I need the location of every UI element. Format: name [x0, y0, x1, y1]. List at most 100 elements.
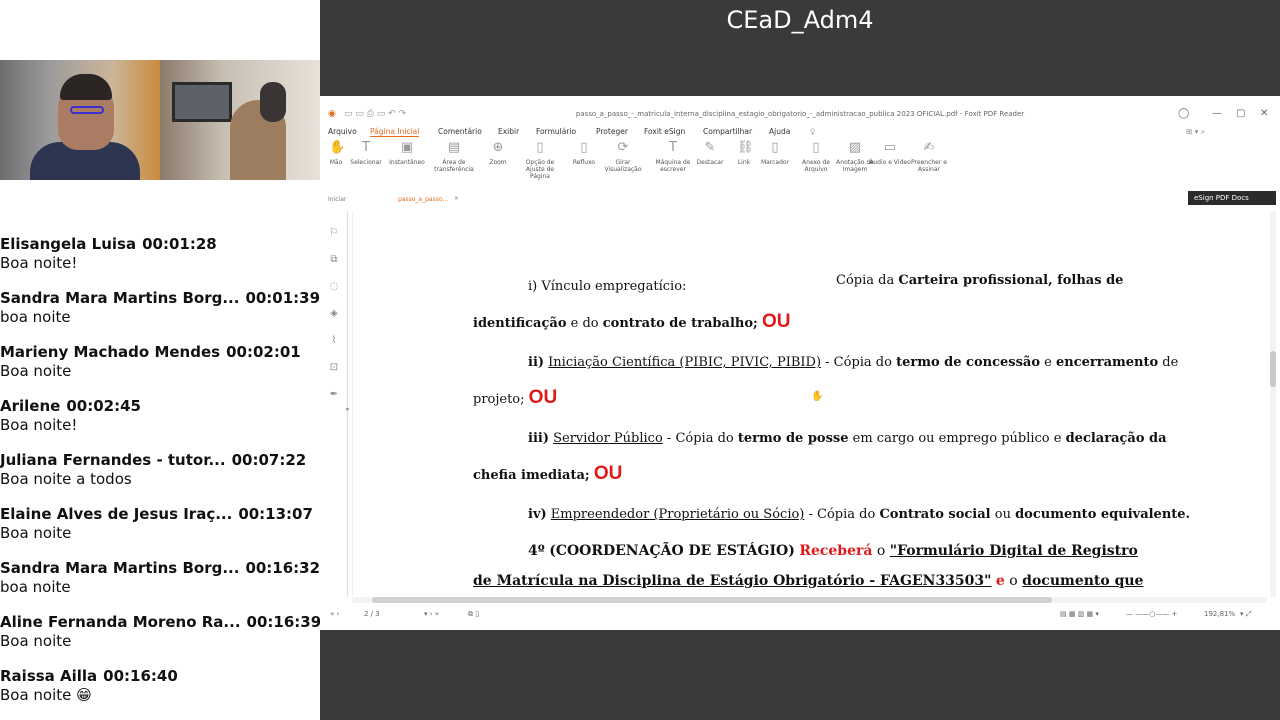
view-mode-icons[interactable]: ▤ ▦ ▥ ▦ ▾ [1060, 610, 1099, 618]
menu-pagina-inicial[interactable]: Página Inicial [370, 127, 420, 137]
doc-line-6: chefia imediata; OU [473, 463, 623, 484]
pages-panel-icon[interactable]: ⧉ [328, 254, 340, 266]
ou-marker-3: OU [593, 463, 623, 484]
reader-menubar: Arquivo Página Inicial Comentário Exibir… [320, 123, 1280, 137]
tool-clipboard[interactable]: ▤ Área de transferência [430, 139, 478, 174]
pdf-page[interactable]: i) Vínculo empregatício: Cópia da Cartei… [352, 211, 1267, 597]
chat-timestamp: 00:01:39 [245, 289, 320, 307]
vertical-scroll-thumb[interactable] [1270, 351, 1276, 387]
layers-panel-icon[interactable]: ◈ [328, 308, 340, 320]
chat-text: boa noite [0, 578, 71, 596]
fit-fullscreen-icons[interactable]: ▾ ⤢ [1240, 610, 1251, 619]
clipboard-icon: ▤ [447, 140, 461, 155]
chat-message: Arilene 00:02:45 Boa noite! [0, 396, 320, 450]
shared-screen-area: CEaD_Adm4 ◉ ▭ ▭ ⎙ ▭ ↶ ↷ passo_a_passo_-_… [320, 0, 1280, 720]
esign-banner[interactable]: eSign PDF Docs [1188, 191, 1276, 205]
page-tools-icons[interactable]: ⧉ ▯ [468, 610, 479, 619]
signature-panel-icon[interactable]: ✒ [328, 389, 340, 401]
chat-timestamp: 00:16:40 [103, 667, 178, 685]
doc-line-1b: Cópia da Carteira profissional, folhas d… [836, 273, 1124, 288]
chat-timestamp: 00:16:32 [245, 559, 320, 577]
page-indicator[interactable]: 2 / 3 [364, 610, 380, 618]
horizontal-scroll-thumb[interactable] [372, 597, 1052, 603]
chat-sender: Juliana Fernandes - tutor... 00:07:22 [0, 450, 320, 470]
attach-icon: ▯ [812, 140, 820, 155]
zoom-icon: ⊕ [492, 140, 504, 155]
chat-text: boa noite [0, 308, 71, 326]
tool-fit-page[interactable]: ▯ Opção de Ajuste de Página [516, 139, 564, 181]
maximize-icon[interactable]: ▢ [1236, 108, 1245, 119]
attachments-panel-icon[interactable]: ⌇ [328, 335, 340, 347]
close-icon[interactable]: ✕ [1260, 108, 1268, 119]
doc-line-1a: i) Vínculo empregatício: [528, 279, 687, 294]
doc-line-4: projeto; OU [473, 387, 558, 408]
menu-ajuda[interactable]: Ajuda [769, 127, 790, 136]
nav-next-last-icons[interactable]: ▾ › » [424, 610, 439, 618]
nav-first-prev-icons[interactable]: « ‹ [330, 610, 339, 618]
chat-sender: Sandra Mara Martins Borg... 00:01:39 [0, 288, 320, 308]
vertical-scrollbar[interactable] [1270, 211, 1276, 597]
chat-message: Marieny Machado Mendes 00:02:01 Boa noite [0, 342, 320, 396]
chat-timestamp: 00:16:39 [246, 613, 320, 631]
tab-document[interactable]: passo_a_passo... [398, 196, 448, 203]
security-panel-icon[interactable]: ⊡ [328, 362, 340, 374]
window-title: passo_a_passo_-_matricula_interna_discip… [575, 110, 1025, 118]
chat-text: Boa noite! [0, 254, 78, 272]
chat-text: Boa noite a todos [0, 470, 132, 488]
doc-line-5: iii) Servidor Público - Cópia do termo d… [528, 431, 1167, 446]
menu-formulario[interactable]: Formulário [536, 127, 576, 136]
zoom-slider[interactable]: — ——○—— + [1126, 610, 1177, 618]
account-icon[interactable]: ◯ [1178, 108, 1189, 119]
menu-exibir[interactable]: Exibir [498, 127, 519, 136]
tool-rotate[interactable]: ⟳ Girar Visualização [599, 139, 647, 174]
ou-marker-2: OU [528, 387, 558, 408]
doc-line-7: iv) Empreendedor (Proprietário ou Sócio)… [528, 507, 1191, 522]
menu-extra-icons[interactable]: ⊞ ▾ ⌕ [1186, 127, 1205, 137]
menu-arquivo[interactable]: Arquivo [328, 127, 357, 136]
tab-start[interactable]: Iniciar [328, 196, 346, 203]
chat-list[interactable]: Elisangela Luisa 00:01:28 Boa noite! Sandra… [0, 234, 320, 720]
chat-sender-name: Elaine Alves de Jesus Iraç... [0, 505, 233, 523]
doc-line-9: de Matrícula na Disciplina de Estágio Ob… [473, 573, 1144, 589]
bookmark-panel-icon[interactable]: ⚐ [328, 227, 340, 239]
zoom-level[interactable]: 192,81% [1204, 610, 1235, 618]
video-tile-participant-2[interactable] [160, 60, 320, 180]
chat-sender-name: Juliana Fernandes - tutor... [0, 451, 226, 469]
chat-message: Sandra Mara Martins Borg... 00:16:32 boa n… [0, 558, 320, 612]
participant-hair [60, 74, 112, 100]
chat-message: Raissa Ailla 00:16:40 Boa noite 😁 [0, 666, 320, 720]
video-gallery [0, 60, 320, 180]
highlight-icon: ✎ [704, 140, 716, 155]
participant-arm [260, 82, 286, 122]
tab-close-icon[interactable]: ✕ [454, 195, 459, 202]
minimize-icon[interactable]: — [1212, 108, 1222, 119]
menu-comentario[interactable]: Comentário [438, 127, 482, 136]
menu-foxit-esign[interactable]: Foxit eSign [644, 127, 685, 136]
chat-timestamp: 00:02:45 [66, 397, 141, 415]
tool-snapshot[interactable]: ▣ Instantâneo [383, 139, 431, 167]
chat-timestamp: 00:02:01 [226, 343, 301, 361]
menu-proteger[interactable]: Proteger [596, 127, 628, 136]
chat-sender: Elisangela Luisa 00:01:28 [0, 234, 320, 254]
video-tile-participant-1[interactable] [0, 60, 160, 180]
doc-line-8: 4º (COORDENAÇÃO DE ESTÁGIO) Receberá o "… [528, 543, 1138, 559]
select-icon: T [362, 140, 370, 155]
shared-screen: ◉ ▭ ▭ ⎙ ▭ ↶ ↷ passo_a_passo_-_matricula_… [320, 96, 1280, 630]
menu-compartilhar[interactable]: Compartilhar [703, 127, 752, 136]
horizontal-scrollbar[interactable] [352, 597, 1267, 603]
comments-panel-icon[interactable]: ◌ [328, 281, 340, 293]
chat-sender: Elaine Alves de Jesus Iraç... 00:13:07 [0, 504, 320, 524]
chat-sender: Arilene 00:02:45 [0, 396, 320, 416]
tell-me-icon[interactable]: ♀ [810, 127, 816, 136]
meeting-sidebar: Elisangela Luisa 00:01:28 Boa noite! Sandra… [0, 0, 320, 720]
rotate-icon: ⟳ [617, 140, 629, 155]
chat-sender-name: Arilene [0, 397, 61, 415]
tool-zoom[interactable]: ⊕ Zoom [474, 139, 522, 167]
chat-sender-name: Marieny Machado Mendes [0, 343, 221, 361]
chat-sender: Marieny Machado Mendes 00:02:01 [0, 342, 320, 362]
doc-line-2: identificação e do contrato de trabalho;… [473, 311, 791, 332]
tool-fill-sign[interactable]: ✍ Preencher e Assinar [905, 139, 953, 174]
chat-sender: Sandra Mara Martins Borg... 00:16:32 [0, 558, 320, 578]
chat-timestamp: 00:13:07 [238, 505, 313, 523]
chat-sender: Aline Fernanda Moreno Ra... 00:16:39 [0, 612, 320, 632]
